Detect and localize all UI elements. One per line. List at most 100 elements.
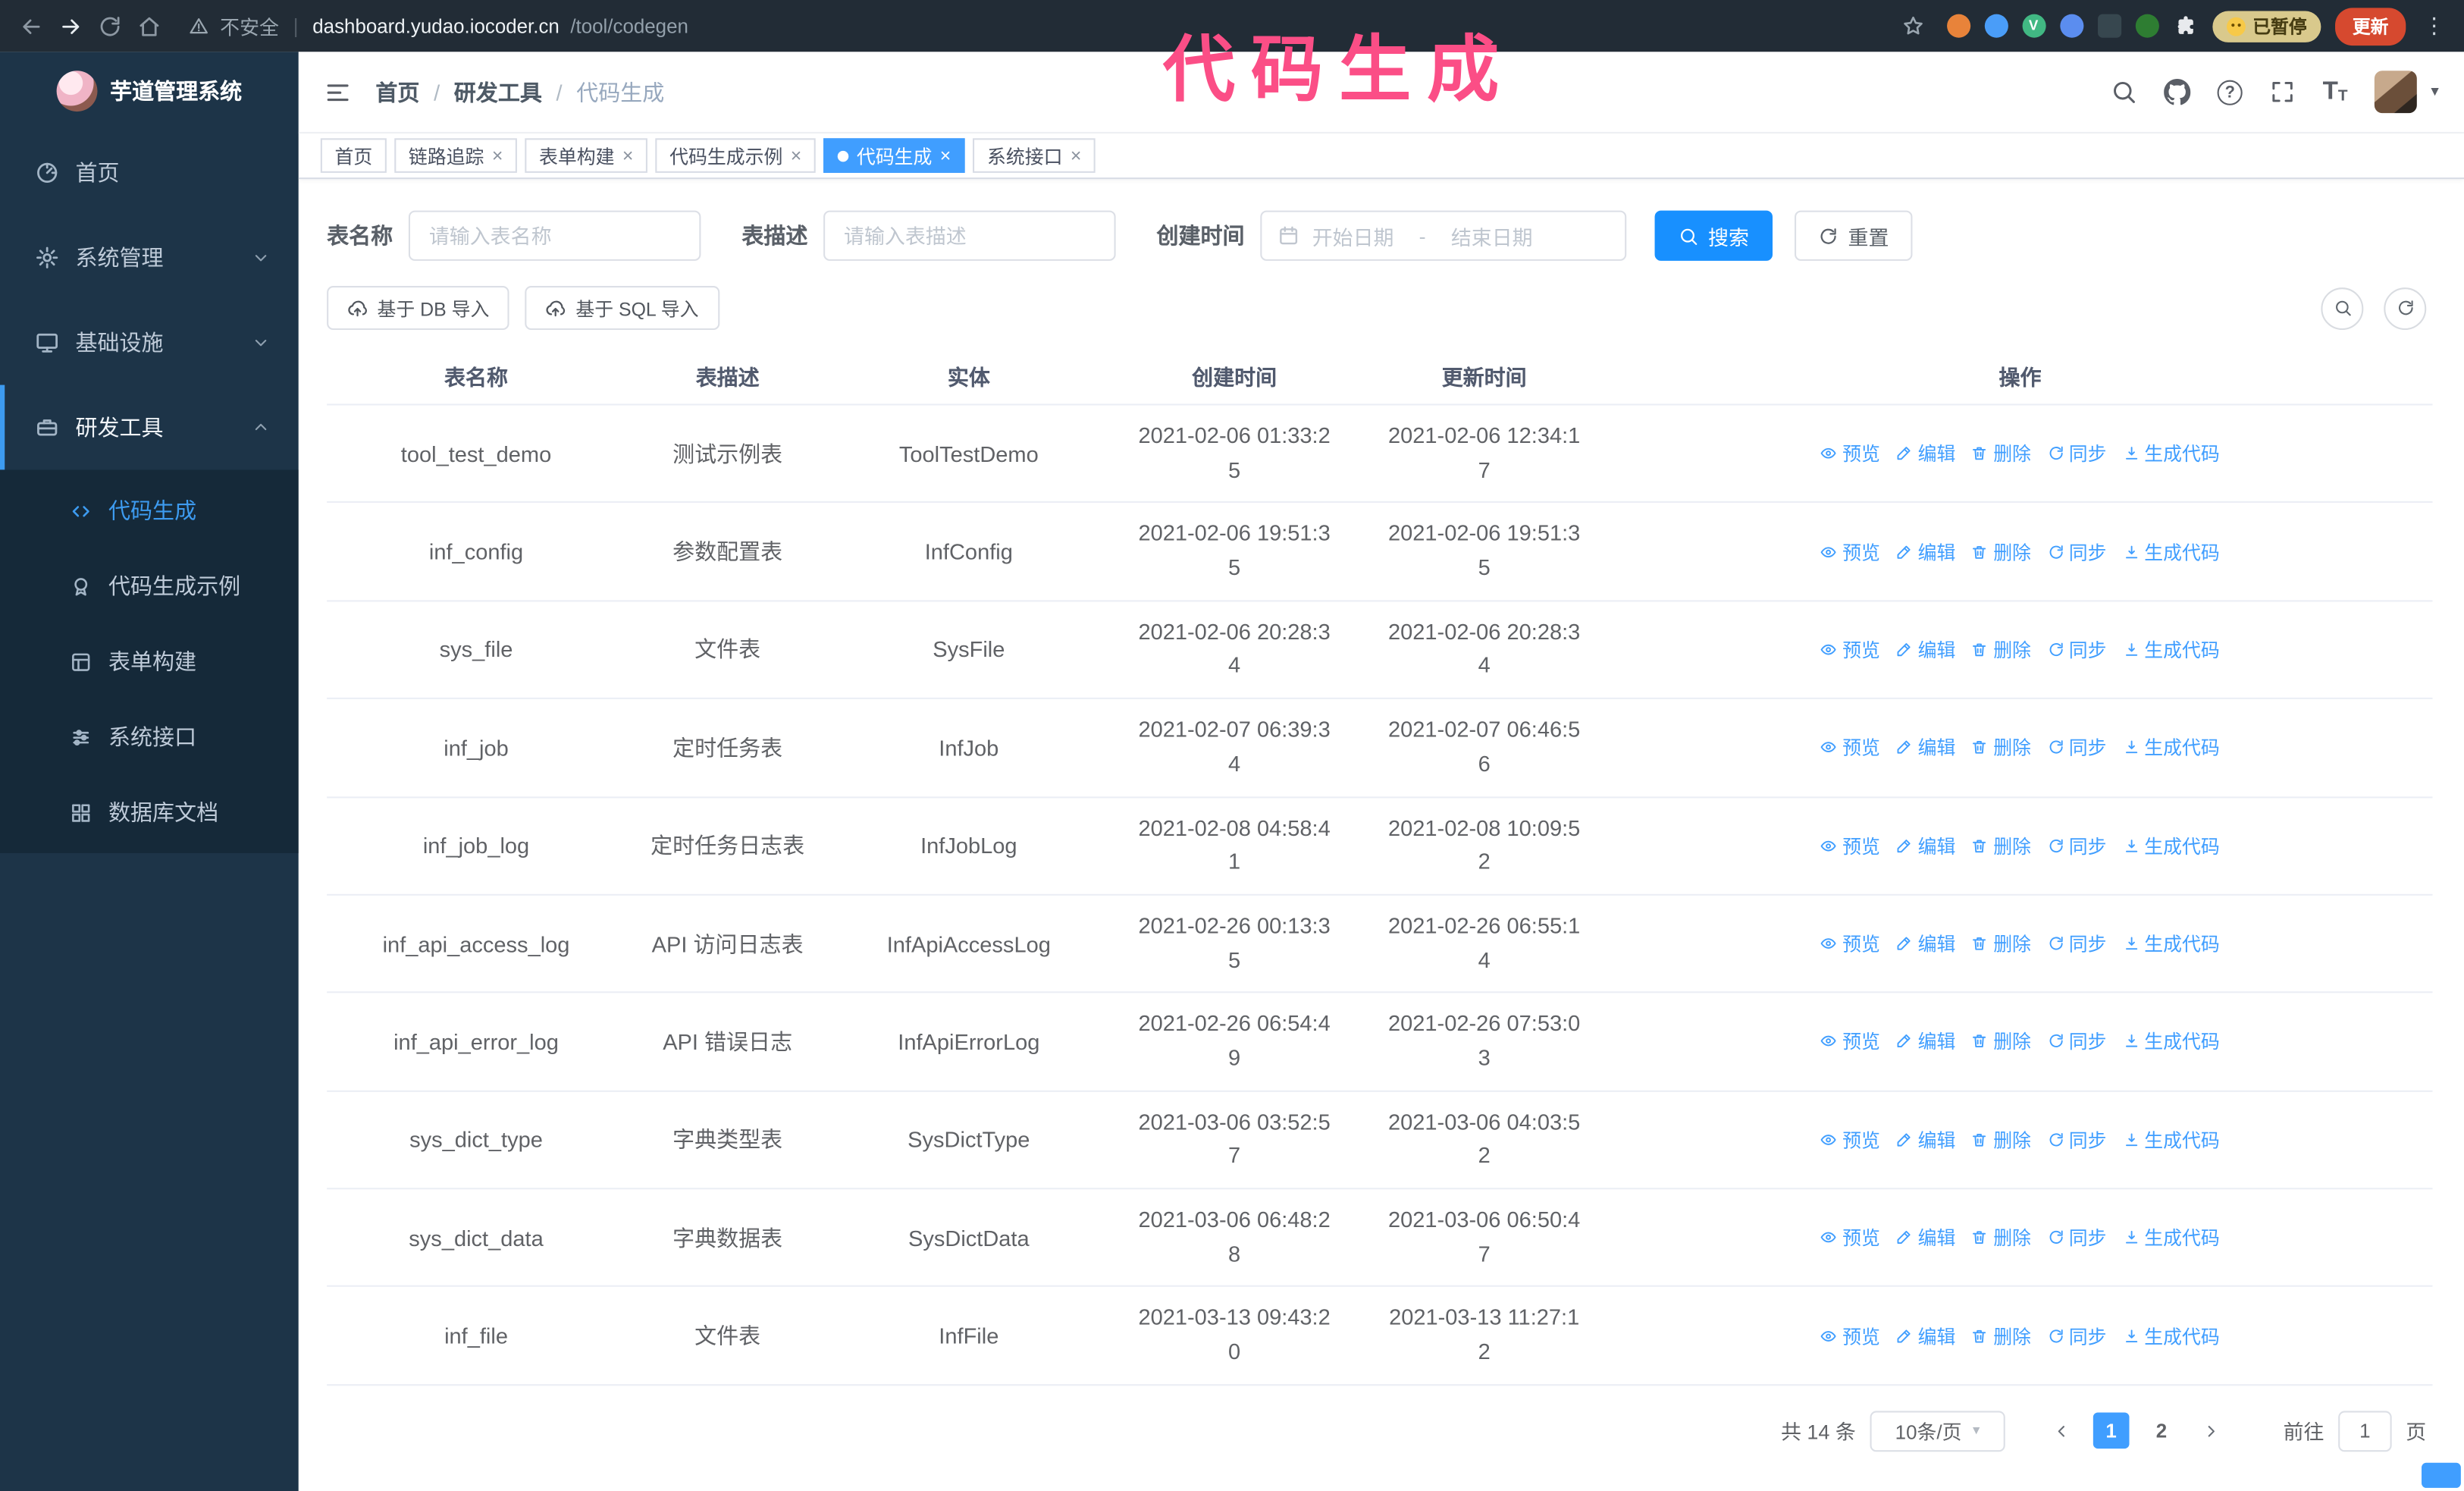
browser-extension-icon[interactable]: [2097, 14, 2121, 38]
edit-action-link[interactable]: 编辑: [1896, 1224, 1955, 1251]
generate-code-action-link[interactable]: 生成代码: [2122, 1224, 2220, 1251]
tab-view-1[interactable]: 链路追踪 ×: [394, 138, 518, 173]
sync-action-link[interactable]: 同步: [2047, 1126, 2106, 1153]
generate-code-action-link[interactable]: 生成代码: [2122, 931, 2220, 957]
edit-action-link[interactable]: 编辑: [1896, 1126, 1955, 1153]
preview-action-link[interactable]: 预览: [1820, 636, 1880, 663]
delete-action-link[interactable]: 删除: [1971, 636, 2031, 663]
extensions-puzzle-icon[interactable]: [2173, 14, 2198, 39]
header-search-icon[interactable]: [2111, 79, 2137, 105]
tab-home[interactable]: 首页: [320, 138, 387, 173]
goto-page-input[interactable]: [2338, 1410, 2392, 1452]
preview-action-link[interactable]: 预览: [1820, 1322, 1880, 1348]
sidebar-item-codegen[interactable]: 代码生成: [0, 473, 299, 548]
preview-action-link[interactable]: 预览: [1820, 1126, 1880, 1153]
sync-action-link[interactable]: 同步: [2047, 538, 2106, 565]
browser-extension-icon[interactable]: [2059, 14, 2083, 38]
preview-action-link[interactable]: 预览: [1820, 440, 1880, 466]
delete-action-link[interactable]: 删除: [1971, 1322, 2031, 1348]
sync-action-link[interactable]: 同步: [2047, 931, 2106, 957]
page-number-2[interactable]: 2: [2143, 1413, 2180, 1449]
corner-float-button[interactable]: [2422, 1462, 2461, 1488]
tab-close-icon[interactable]: ×: [940, 146, 951, 165]
sidebar-item-home[interactable]: 首页: [0, 130, 299, 215]
sidebar-collapse-icon[interactable]: [324, 78, 352, 106]
search-button[interactable]: 搜索: [1654, 210, 1773, 261]
tab-close-icon[interactable]: ×: [1071, 146, 1082, 165]
browser-extension-icon[interactable]: [1983, 14, 2008, 38]
sync-action-link[interactable]: 同步: [2047, 734, 2106, 761]
sidebar-item-system-api[interactable]: 系统接口: [0, 699, 299, 774]
browser-forward-icon[interactable]: [58, 14, 83, 39]
edit-action-link[interactable]: 编辑: [1896, 538, 1955, 565]
edit-action-link[interactable]: 编辑: [1896, 1322, 1955, 1348]
browser-menu-kebab-icon[interactable]: ⋮: [2423, 13, 2445, 39]
github-icon[interactable]: [2164, 79, 2191, 105]
vue-devtools-extension-icon[interactable]: V: [2021, 14, 2045, 38]
tab-view-4[interactable]: 代码生成 ×: [823, 138, 965, 173]
preview-action-link[interactable]: 预览: [1820, 1224, 1880, 1251]
table-desc-input[interactable]: [823, 210, 1116, 261]
edit-action-link[interactable]: 编辑: [1896, 931, 1955, 957]
toggle-search-button[interactable]: [2321, 287, 2364, 330]
tab-close-icon[interactable]: ×: [622, 146, 634, 165]
sync-action-link[interactable]: 同步: [2047, 636, 2106, 663]
preview-action-link[interactable]: 预览: [1820, 734, 1880, 761]
tab-view-2[interactable]: 表单构建 ×: [525, 138, 648, 173]
prev-page-button[interactable]: [2045, 1414, 2080, 1449]
delete-action-link[interactable]: 删除: [1971, 440, 2031, 466]
preview-action-link[interactable]: 预览: [1820, 832, 1880, 859]
edit-action-link[interactable]: 编辑: [1896, 440, 1955, 466]
preview-action-link[interactable]: 预览: [1820, 1028, 1880, 1055]
sync-action-link[interactable]: 同步: [2047, 440, 2106, 466]
delete-action-link[interactable]: 删除: [1971, 1224, 2031, 1251]
tab-view-5[interactable]: 系统接口 ×: [973, 138, 1096, 173]
browser-update-button[interactable]: 更新: [2335, 7, 2406, 46]
sync-action-link[interactable]: 同步: [2047, 832, 2106, 859]
delete-action-link[interactable]: 删除: [1971, 1126, 2031, 1153]
user-avatar[interactable]: [2374, 71, 2417, 114]
create-time-range-picker[interactable]: 开始日期 - 结束日期: [1260, 210, 1627, 261]
sync-action-link[interactable]: 同步: [2047, 1322, 2106, 1348]
generate-code-action-link[interactable]: 生成代码: [2122, 1322, 2220, 1348]
sync-action-link[interactable]: 同步: [2047, 1224, 2106, 1251]
generate-code-action-link[interactable]: 生成代码: [2122, 440, 2220, 466]
table-name-input[interactable]: [408, 210, 701, 261]
delete-action-link[interactable]: 删除: [1971, 538, 2031, 565]
edit-action-link[interactable]: 编辑: [1896, 734, 1955, 761]
browser-extension-icon[interactable]: [1946, 14, 1970, 38]
help-question-icon[interactable]: ?: [2217, 79, 2243, 105]
sidebar-item-dev-tools[interactable]: 研发工具: [0, 385, 299, 470]
import-sql-button[interactable]: 基于 SQL 导入: [525, 286, 719, 331]
breadcrumb-item[interactable]: 研发工具: [454, 76, 542, 107]
generate-code-action-link[interactable]: 生成代码: [2122, 832, 2220, 859]
preview-action-link[interactable]: 预览: [1820, 538, 1880, 565]
refresh-table-button[interactable]: [2384, 287, 2427, 330]
next-page-button[interactable]: [2193, 1414, 2228, 1449]
tab-close-icon[interactable]: ×: [492, 146, 503, 165]
generate-code-action-link[interactable]: 生成代码: [2122, 734, 2220, 761]
edit-action-link[interactable]: 编辑: [1896, 636, 1955, 663]
page-number-1[interactable]: 1: [2093, 1412, 2130, 1449]
delete-action-link[interactable]: 删除: [1971, 1028, 2031, 1055]
delete-action-link[interactable]: 删除: [1971, 832, 2031, 859]
delete-action-link[interactable]: 删除: [1971, 931, 2031, 957]
sidebar-item-codegen-example[interactable]: 代码生成示例: [0, 548, 299, 623]
preview-action-link[interactable]: 预览: [1820, 931, 1880, 957]
sidebar-item-form-builder[interactable]: 表单构建: [0, 623, 299, 698]
address-bar[interactable]: 不安全 | dashboard.yudao.iocoder.cn/tool/co…: [189, 11, 1887, 41]
browser-refresh-icon[interactable]: [98, 14, 123, 39]
tab-view-3[interactable]: 代码生成示例 ×: [655, 138, 816, 173]
sidebar-item-db-docs[interactable]: 数据库文档: [0, 774, 299, 849]
delete-action-link[interactable]: 删除: [1971, 734, 2031, 761]
edit-action-link[interactable]: 编辑: [1896, 832, 1955, 859]
reset-button[interactable]: 重置: [1795, 210, 1913, 261]
import-db-button[interactable]: 基于 DB 导入: [327, 286, 510, 331]
tab-close-icon[interactable]: ×: [791, 146, 802, 165]
generate-code-action-link[interactable]: 生成代码: [2122, 1028, 2220, 1055]
bookmark-star-icon[interactable]: [1901, 14, 1924, 38]
generate-code-action-link[interactable]: 生成代码: [2122, 538, 2220, 565]
browser-home-icon[interactable]: [136, 14, 161, 39]
browser-extension-icon[interactable]: [2134, 14, 2158, 38]
paused-badge[interactable]: 已暂停: [2212, 10, 2321, 42]
